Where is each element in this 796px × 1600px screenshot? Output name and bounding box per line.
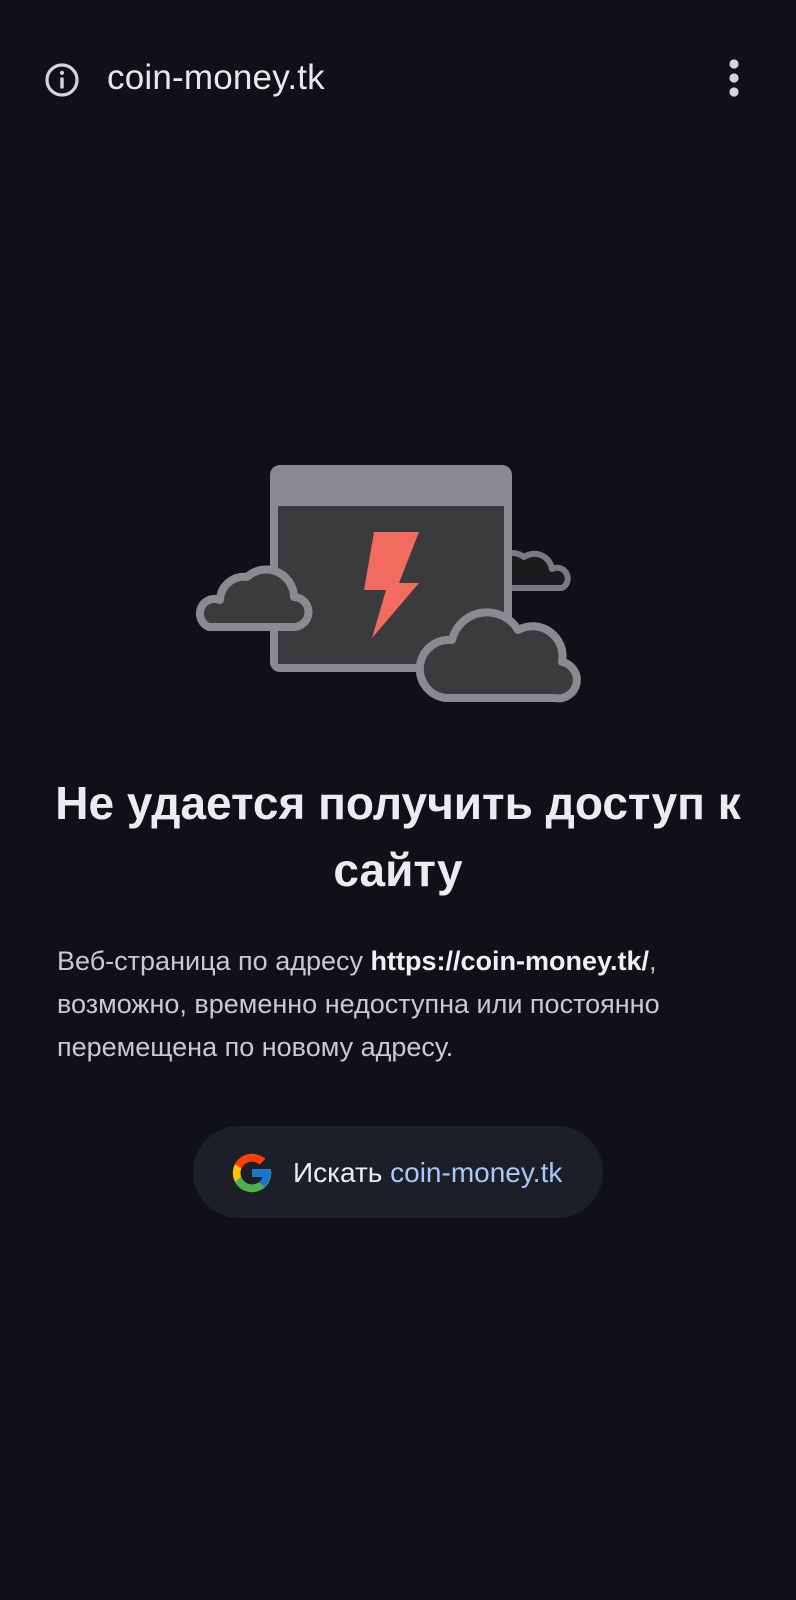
info-icon[interactable] <box>44 62 80 98</box>
site-unreachable-cloud-icon <box>195 465 581 703</box>
error-url: https://coin-money.tk/ <box>370 946 650 976</box>
search-term: coin-money.tk <box>390 1157 563 1188</box>
url-text[interactable]: coin-money.tk <box>107 56 325 100</box>
error-title: Не удается получить доступ к сайту <box>55 777 741 896</box>
search-button-label: Искать coin-money.tk <box>293 1150 562 1196</box>
more-vert-icon[interactable] <box>720 58 748 102</box>
toolbar: coin-money.tk <box>0 0 796 160</box>
search-label: Искать <box>293 1157 383 1188</box>
error-message-text: Веб-страница по адресу <box>57 946 371 976</box>
google-icon <box>232 1153 272 1193</box>
error-message: Веб-страница по адресу https://coin-mone… <box>57 940 757 1069</box>
search-site-button[interactable]: Искать coin-money.tk <box>193 1126 603 1218</box>
